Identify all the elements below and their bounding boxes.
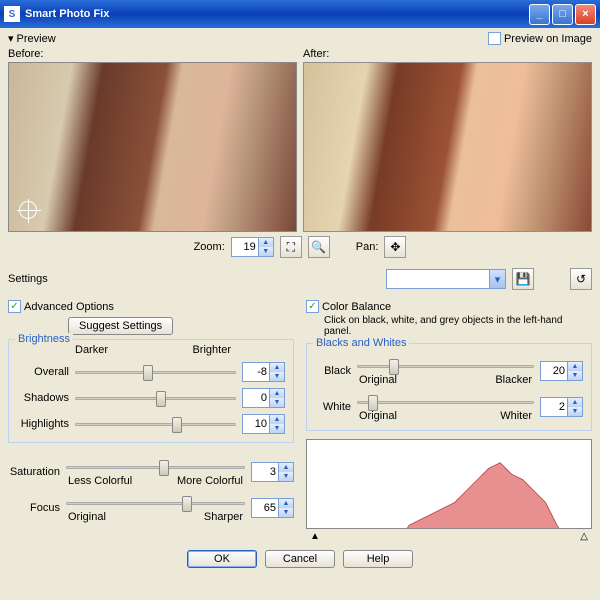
histogram xyxy=(306,439,592,529)
black-slider[interactable] xyxy=(357,356,534,376)
settings-preset-dropdown[interactable]: ▾ xyxy=(386,269,506,289)
close-button[interactable]: × xyxy=(575,4,596,25)
black-label: Black xyxy=(315,365,351,377)
overall-label: Overall xyxy=(17,366,69,378)
save-preset-button[interactable]: 💾 xyxy=(512,268,534,290)
highlights-slider[interactable] xyxy=(75,414,236,434)
checkbox-icon: ✓ xyxy=(306,300,319,313)
crosshair-icon xyxy=(19,201,37,219)
preview-label: Preview xyxy=(17,33,56,45)
shadows-value[interactable]: ▲▼ xyxy=(242,388,285,408)
white-point-marker[interactable]: △ xyxy=(580,531,588,542)
window-title: Smart Photo Fix xyxy=(25,8,527,20)
preview-on-image-checkbox[interactable]: Preview on Image xyxy=(488,32,592,45)
app-icon: S xyxy=(4,6,20,22)
suggest-settings-button[interactable]: Suggest Settings xyxy=(68,317,173,335)
advanced-options-checkbox[interactable]: ✓ Advanced Options xyxy=(8,300,294,313)
saturation-slider[interactable] xyxy=(66,457,245,477)
reset-button[interactable]: ↺ xyxy=(570,268,592,290)
ok-button[interactable]: OK xyxy=(187,550,257,568)
focus-slider[interactable] xyxy=(66,493,245,513)
highlights-value[interactable]: ▲▼ xyxy=(242,414,285,434)
zoom-up[interactable]: ▲ xyxy=(258,238,273,247)
fit-window-button[interactable]: ⛶ xyxy=(280,236,302,258)
highlights-label: Highlights xyxy=(17,418,69,430)
before-image[interactable] xyxy=(8,62,297,232)
help-button[interactable]: Help xyxy=(343,550,413,568)
zoom-input[interactable]: ▲▼ xyxy=(231,237,274,257)
checkbox-icon: ✓ xyxy=(8,300,21,313)
minimize-button[interactable]: _ xyxy=(529,4,550,25)
maximize-button[interactable]: □ xyxy=(552,4,573,25)
white-value[interactable]: ▲▼ xyxy=(540,397,583,417)
histogram-markers[interactable]: ▲△ xyxy=(306,531,592,542)
blacks-whites-group: Blacks and Whites Black OriginalBlacker … xyxy=(306,343,592,431)
focus-value[interactable]: ▲▼ xyxy=(251,498,294,518)
before-label: Before: xyxy=(8,48,297,60)
settings-label: Settings xyxy=(8,273,380,285)
color-balance-checkbox[interactable]: ✓ Color Balance xyxy=(306,300,592,313)
brightness-group: Brightness DarkerBrighter Overall ▲▼ Sha… xyxy=(8,339,294,443)
checkbox-icon xyxy=(488,32,501,45)
chevron-down-icon: ▾ xyxy=(489,270,505,288)
white-slider[interactable] xyxy=(357,392,534,412)
black-point-marker[interactable]: ▲ xyxy=(310,531,320,542)
preview-toggle[interactable]: ▾ Preview xyxy=(8,32,56,45)
shadows-slider[interactable] xyxy=(75,388,236,408)
white-label: White xyxy=(315,401,351,413)
focus-label: Focus xyxy=(8,502,60,514)
overall-value[interactable]: ▲▼ xyxy=(242,362,285,382)
after-image[interactable] xyxy=(303,62,592,232)
pan-button[interactable]: ✥ xyxy=(384,236,406,258)
zoom-label: Zoom: xyxy=(194,241,225,253)
overall-slider[interactable] xyxy=(75,362,236,382)
saturation-value[interactable]: ▲▼ xyxy=(251,462,294,482)
shadows-label: Shadows xyxy=(17,392,69,404)
collapse-arrow-icon: ▾ xyxy=(8,32,14,45)
zoom-down[interactable]: ▼ xyxy=(258,247,273,256)
actual-size-button[interactable]: 🔍 xyxy=(308,236,330,258)
after-label: After: xyxy=(303,48,592,60)
cancel-button[interactable]: Cancel xyxy=(265,550,335,568)
saturation-label: Saturation xyxy=(8,466,60,478)
pan-label: Pan: xyxy=(356,241,379,253)
color-balance-hint: Click on black, white, and grey objects … xyxy=(324,315,592,337)
black-value[interactable]: ▲▼ xyxy=(540,361,583,381)
